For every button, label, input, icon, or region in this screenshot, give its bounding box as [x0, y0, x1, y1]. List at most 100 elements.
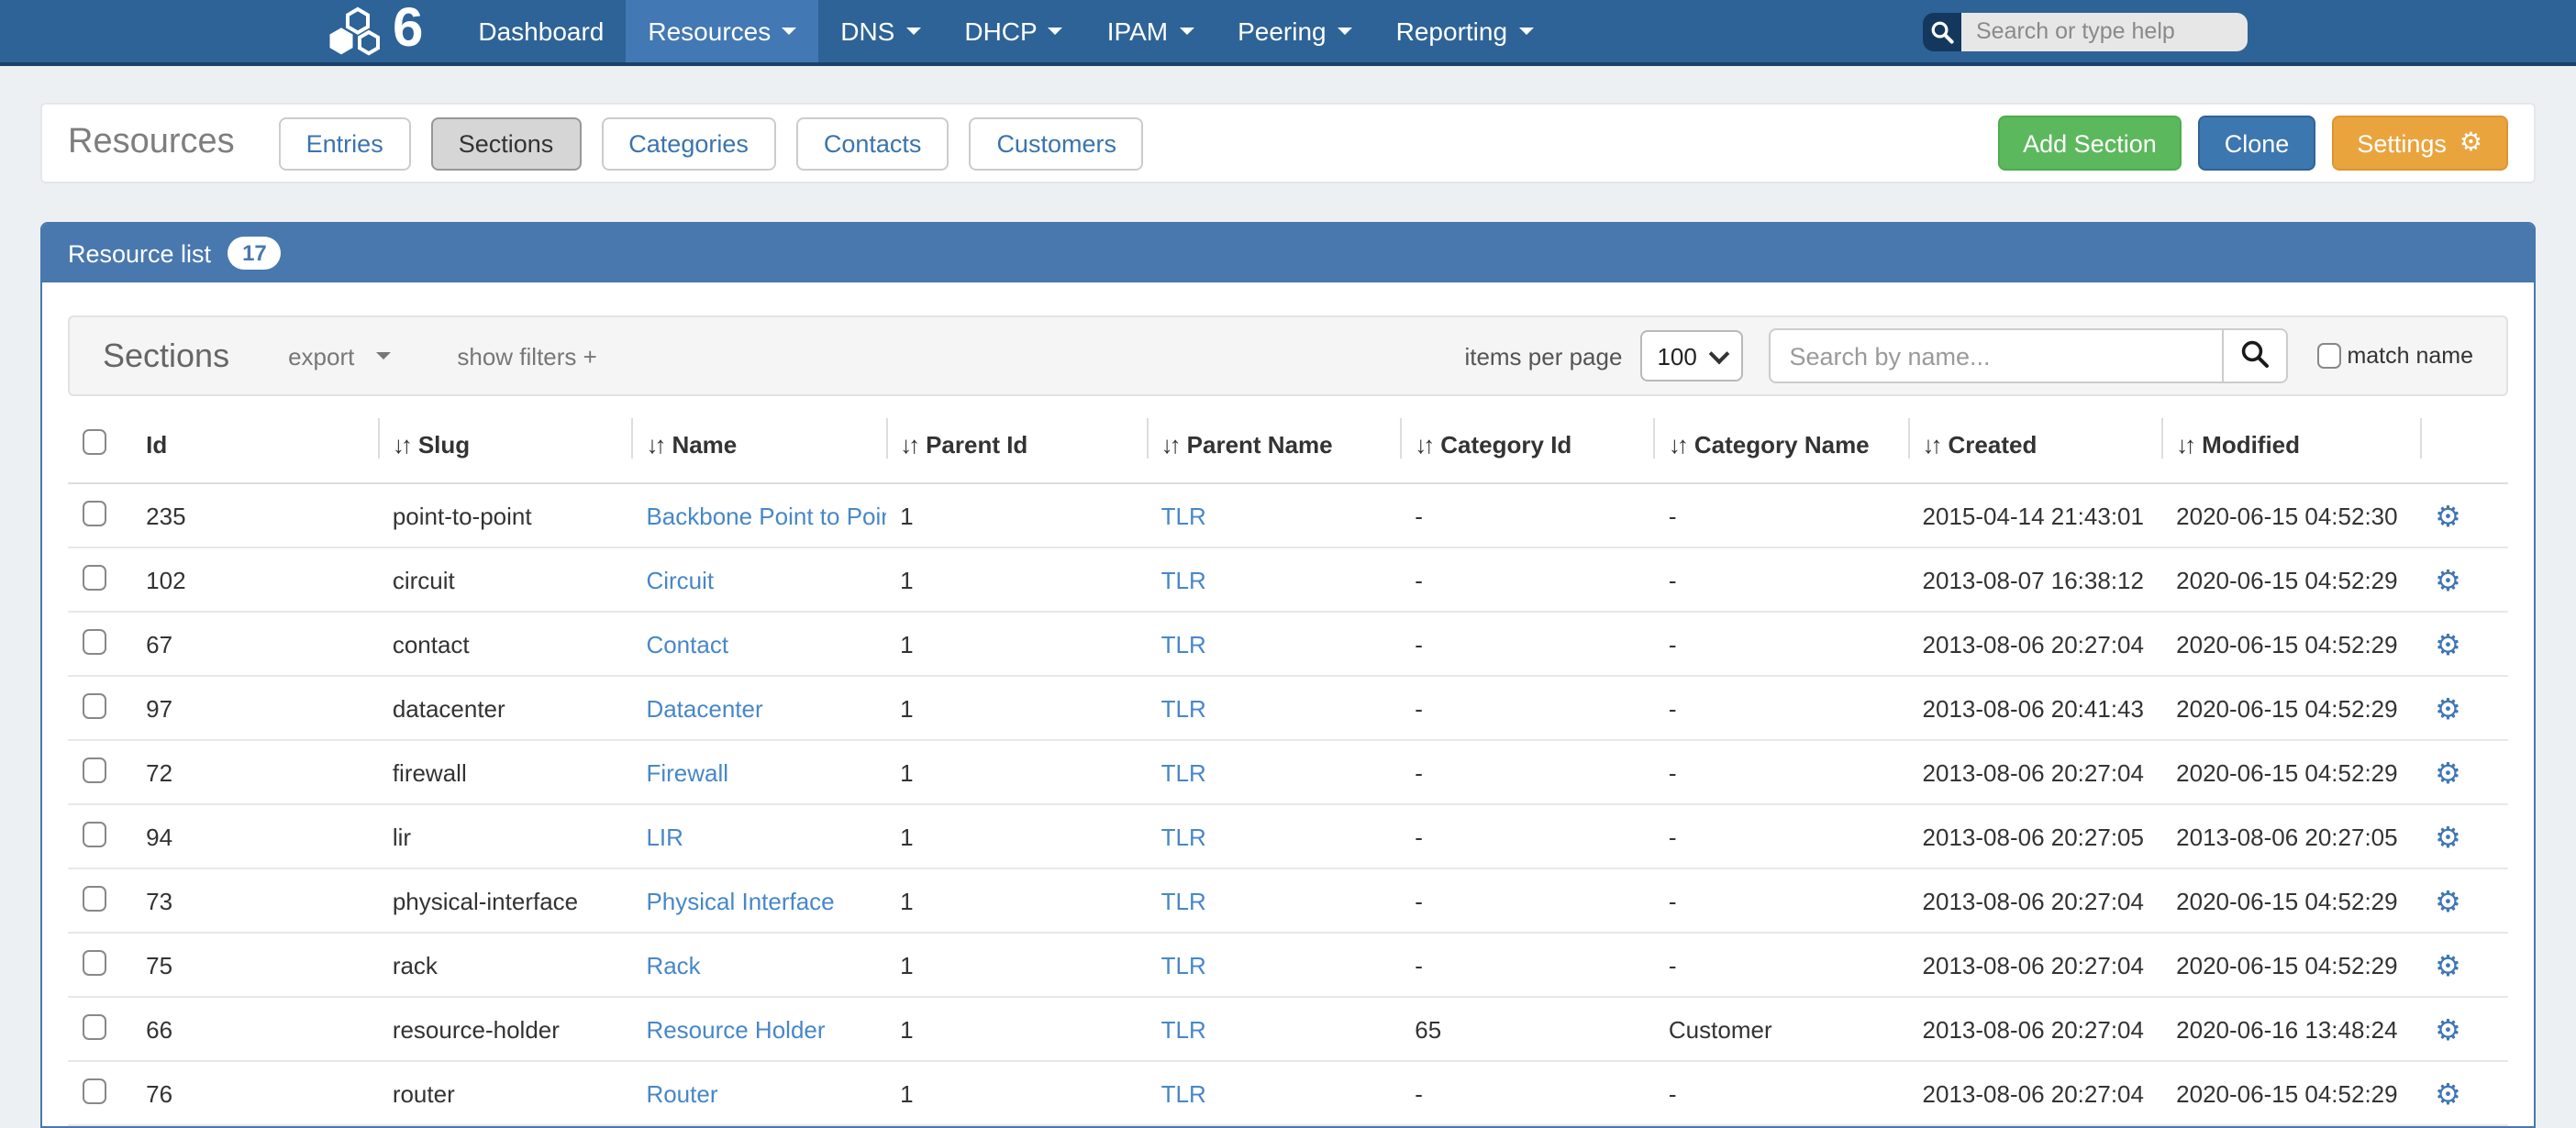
- help-search-input[interactable]: [1961, 12, 2248, 50]
- resource-name-link[interactable]: Datacenter: [646, 694, 762, 722]
- nav-dhcp[interactable]: DHCP: [942, 0, 1084, 62]
- row-checkbox[interactable]: [83, 500, 106, 525]
- nav-item-label: IPAM: [1107, 17, 1168, 46]
- col-label: Category Name: [1694, 431, 1870, 459]
- cell-parent-name: TLR: [1147, 868, 1401, 933]
- resource-name-link[interactable]: Physical Interface: [646, 887, 834, 914]
- cell-modified: 2020-06-16 13:48:24: [2161, 997, 2420, 1061]
- table-row: 75 rack Rack 1 TLR - - 2013-08-06 20:27:…: [68, 933, 2508, 997]
- row-gear-icon[interactable]: [2435, 947, 2461, 982]
- tab-sections[interactable]: Sections: [431, 116, 582, 170]
- page-header-bar: Resources Entries Sections Categories Co…: [40, 103, 2536, 183]
- col-category-id-header[interactable]: Category Id: [1400, 400, 1654, 483]
- select-all-checkbox[interactable]: [83, 429, 106, 455]
- sort-icon: [2176, 431, 2193, 459]
- clone-button[interactable]: Clone: [2199, 116, 2315, 171]
- parent-name-link[interactable]: TLR: [1161, 823, 1206, 850]
- chevron-down-icon: [1518, 28, 1533, 35]
- parent-name-link[interactable]: TLR: [1161, 502, 1206, 529]
- row-checkbox[interactable]: [83, 757, 106, 782]
- row-gear-icon[interactable]: [2435, 562, 2461, 597]
- search-button[interactable]: [2222, 328, 2288, 383]
- row-checkbox[interactable]: [83, 885, 106, 911]
- resource-name-link[interactable]: Router: [646, 1079, 717, 1107]
- row-checkbox[interactable]: [83, 949, 106, 975]
- cell-name: Contact: [631, 612, 885, 676]
- tab-categories[interactable]: Categories: [601, 116, 776, 170]
- row-gear-icon[interactable]: [2435, 819, 2461, 854]
- nav-resources[interactable]: Resources: [626, 0, 818, 62]
- col-name-header[interactable]: Name: [631, 400, 885, 483]
- resource-name-link[interactable]: Backbone Point to Point: [646, 502, 885, 529]
- cell-slug: resource-holder: [378, 997, 632, 1061]
- match-name-checkbox[interactable]: [2317, 343, 2341, 369]
- parent-name-link[interactable]: TLR: [1161, 1015, 1206, 1043]
- col-actions-header: [2420, 400, 2508, 483]
- col-parent-name-header[interactable]: Parent Name: [1147, 400, 1401, 483]
- export-dropdown[interactable]: export: [288, 342, 391, 370]
- chevron-down-icon: [782, 28, 796, 35]
- cell-actions: [2420, 1061, 2508, 1125]
- nav-dns[interactable]: DNS: [818, 0, 942, 62]
- parent-name-link[interactable]: TLR: [1161, 1079, 1206, 1107]
- row-gear-icon[interactable]: [2435, 755, 2461, 790]
- show-filters-link[interactable]: show filters +: [457, 342, 596, 370]
- resource-name-link[interactable]: Rack: [646, 951, 700, 979]
- search-icon: [2240, 338, 2270, 373]
- tab-contacts[interactable]: Contacts: [796, 116, 949, 170]
- col-category-name-header[interactable]: Category Name: [1654, 400, 1908, 483]
- row-checkbox[interactable]: [83, 1078, 106, 1103]
- resource-name-link[interactable]: LIR: [646, 823, 683, 850]
- parent-name-link[interactable]: TLR: [1161, 694, 1206, 722]
- row-checkbox[interactable]: [83, 821, 106, 846]
- settings-button[interactable]: Settings: [2331, 116, 2508, 171]
- row-gear-icon[interactable]: [2435, 883, 2461, 918]
- nav-reporting[interactable]: Reporting: [1374, 0, 1555, 62]
- parent-name-link[interactable]: TLR: [1161, 887, 1206, 914]
- nav-dashboard[interactable]: Dashboard: [456, 0, 626, 62]
- parent-name-link[interactable]: TLR: [1161, 630, 1206, 658]
- cell-created: 2013-08-06 20:27:04: [1908, 933, 2162, 997]
- cell-created: 2013-08-07 16:38:12: [1908, 547, 2162, 612]
- app-logo[interactable]: 6: [328, 0, 423, 62]
- search-by-name-input[interactable]: [1769, 328, 2222, 383]
- nav-ipam[interactable]: IPAM: [1085, 0, 1216, 62]
- parent-name-link[interactable]: TLR: [1161, 566, 1206, 593]
- row-gear-icon[interactable]: [2435, 691, 2461, 725]
- col-parent-id-header[interactable]: Parent Id: [885, 400, 1147, 483]
- col-slug-header[interactable]: Slug: [378, 400, 632, 483]
- hexagons-logo-icon: [328, 6, 387, 57]
- row-gear-icon[interactable]: [2435, 1012, 2461, 1046]
- logo-text: 6: [393, 1, 423, 56]
- parent-name-link[interactable]: TLR: [1161, 758, 1206, 786]
- resource-name-link[interactable]: Circuit: [646, 566, 714, 593]
- cell-name: Physical Interface: [631, 868, 885, 933]
- row-checkbox-cell: [68, 997, 131, 1061]
- row-checkbox[interactable]: [83, 564, 106, 590]
- resource-name-link[interactable]: Firewall: [646, 758, 728, 786]
- col-id-header[interactable]: Id: [131, 400, 378, 483]
- add-section-button[interactable]: Add Section: [1997, 116, 2182, 171]
- navbar-search: [1923, 12, 2248, 50]
- col-created-header[interactable]: Created: [1908, 400, 2162, 483]
- parent-name-link[interactable]: TLR: [1161, 951, 1206, 979]
- row-checkbox[interactable]: [83, 1013, 106, 1039]
- nav-peering[interactable]: Peering: [1216, 0, 1374, 62]
- row-gear-icon[interactable]: [2435, 626, 2461, 661]
- row-checkbox[interactable]: [83, 628, 106, 654]
- row-gear-icon[interactable]: [2435, 498, 2461, 533]
- cell-category-id: -: [1400, 547, 1654, 612]
- row-checkbox[interactable]: [83, 692, 106, 718]
- items-per-page-select[interactable]: 100: [1640, 330, 1743, 382]
- resource-name-link[interactable]: Contact: [646, 630, 728, 658]
- cell-category-id: -: [1400, 676, 1654, 740]
- row-gear-icon[interactable]: [2435, 1076, 2461, 1111]
- tab-entries[interactable]: Entries: [279, 116, 411, 170]
- resource-name-link[interactable]: Resource Holder: [646, 1015, 825, 1043]
- tab-customers[interactable]: Customers: [969, 116, 1144, 170]
- cell-slug: router: [378, 1061, 632, 1125]
- resource-list-panel: Resource list 17 Sections export show fi…: [40, 222, 2536, 1128]
- row-checkbox-cell: [68, 804, 131, 868]
- col-modified-header[interactable]: Modified: [2161, 400, 2420, 483]
- cell-parent-name: TLR: [1147, 804, 1401, 868]
